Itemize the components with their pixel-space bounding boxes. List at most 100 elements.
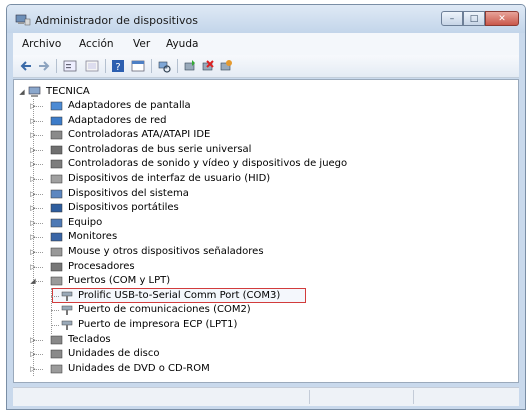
network-adapter-icon [50,116,63,125]
maximize-icon: □ [469,13,479,24]
expand-arrow-icon[interactable]: ▷ [29,114,37,128]
maximize-button[interactable]: □ [463,11,485,26]
expand-arrow-icon[interactable]: ▷ [29,143,37,157]
disk-drive-icon [50,349,63,359]
port-icon [61,320,73,330]
hid-icon [50,174,63,184]
show-hidden-icon[interactable] [85,59,99,73]
tree-category[interactable]: ▷ Unidades de DVD o CD-ROM [30,362,456,376]
tree-category[interactable]: ◢ Puertos (COM y LPT) [30,274,456,288]
collapse-arrow-icon[interactable]: ◢ [29,274,37,288]
expand-arrow-icon[interactable]: ▷ [29,172,37,186]
tree-category[interactable]: ▷ Mouse y otros dispositivos señaladores [30,245,456,259]
view-icon[interactable] [131,59,145,73]
tree-category[interactable]: ▷ Monitores [30,230,456,244]
expand-arrow-icon[interactable]: ▷ [29,245,37,259]
tree-connector [51,295,59,297]
update-driver-icon[interactable] [183,59,197,73]
help-icon[interactable]: ? [111,59,125,73]
tree-category-label: Controladoras de bus serie universal [68,143,252,155]
menu-bar: Archivo Acción Ver Ayuda [13,33,519,56]
ide-controller-icon [50,130,63,140]
expand-arrow-icon[interactable]: ▷ [29,333,37,347]
tree-category[interactable]: ▷ Adaptadores de red [30,114,456,128]
close-button[interactable]: ✕ [485,11,519,26]
computer-icon [28,86,41,97]
device-manager-window: Administrador de dispositivos – □ ✕ Arch… [6,4,526,410]
tree-category[interactable]: ▷ Equipo [30,216,456,230]
dvd-drive-icon [50,364,63,374]
tree-category[interactable]: ▷ Dispositivos del sistema [30,187,456,201]
properties-icon[interactable] [63,59,77,73]
back-icon[interactable] [19,59,33,73]
tree-device-label: Puerto de comunicaciones (COM2) [78,304,251,316]
tree-category-label: Dispositivos del sistema [68,187,189,199]
tree-device[interactable]: Puerto de impresora ECP (LPT1) [51,318,314,332]
menu-archivo[interactable]: Archivo [22,38,61,50]
tree-category-label: Puertos (COM y LPT) [68,275,171,287]
expand-arrow-icon[interactable]: ▷ [29,128,37,142]
tree-category[interactable]: ▷ Dispositivos portátiles [30,201,456,215]
uninstall-icon[interactable] [219,59,233,73]
tree-category-label: Unidades de DVD o CD-ROM [68,362,210,374]
tree-category-label: Dispositivos de interfaz de usuario (HID… [68,173,271,184]
monitor-icon [50,233,63,242]
processor-icon [50,262,63,271]
toolbar: ? [13,55,519,78]
minimize-button[interactable]: – [441,11,463,26]
tree-category-label: Monitores [68,231,118,243]
title-bar[interactable]: Administrador de dispositivos – □ ✕ [7,5,525,33]
expand-arrow-icon[interactable]: ▷ [29,201,37,215]
tree-category-label: Adaptadores de pantalla [68,100,191,111]
toolbar-separator [105,59,106,73]
tree-category[interactable]: ▷ Procesadores [30,260,456,274]
tree-category[interactable]: ▷ Controladoras de bus serie universal [30,143,456,157]
collapse-arrow-icon[interactable]: ◢ [18,85,26,99]
close-icon: ✕ [498,13,506,24]
tree-category-label: Dispositivos portátiles [68,202,179,214]
status-separator [413,390,414,404]
tree-device[interactable]: Prolific USB-to-Serial Comm Port (COM3) [51,287,314,303]
tree-category-label: Teclados [68,333,111,345]
expand-arrow-icon[interactable]: ▷ [29,230,37,244]
expand-arrow-icon[interactable]: ▷ [29,362,37,376]
tree-category-label: Mouse y otros dispositivos señaladores [68,246,264,257]
port-icon [61,306,73,316]
expand-arrow-icon[interactable]: ▷ [29,187,37,201]
disable-device-icon[interactable] [201,59,215,73]
tree-category[interactable]: ▷ Adaptadores de pantalla [30,99,456,113]
tree-category[interactable]: ▷ Controladoras de sonido y vídeo y dispo… [30,157,456,171]
tree-connector [51,325,59,326]
tree-device-label: Puerto de impresora ECP (LPT1) [78,319,238,330]
forward-icon[interactable] [37,59,51,73]
expand-arrow-icon[interactable]: ▷ [29,260,37,274]
tree-category-label: Equipo [68,216,103,228]
portable-device-icon [50,203,63,213]
tree-category[interactable]: ▷ Unidades de disco [30,347,456,361]
toolbar-separator [151,59,152,73]
keyboard-icon [50,335,63,344]
device-tree[interactable]: ◢ TECNICA ▷ Adaptadores de pantalla ▷ Adapt… [13,79,519,383]
menu-accion[interactable]: Acción [79,38,114,50]
tree-category[interactable]: ▷ Teclados [30,333,456,347]
tree-root-label: TECNICA [46,86,90,97]
sound-icon [50,160,63,169]
tree-category[interactable]: ▷ Dispositivos de interfaz de usuario (HI… [30,172,456,186]
port-icon [61,291,73,301]
expand-arrow-icon[interactable]: ▷ [29,216,37,230]
expand-arrow-icon[interactable]: ▷ [29,347,37,361]
device-manager-app-icon [15,14,31,26]
display-adapter-icon [50,101,63,111]
scan-hardware-icon[interactable] [157,59,171,73]
expand-arrow-icon[interactable]: ▷ [29,157,37,171]
tree-category-label: Adaptadores de red [68,114,167,126]
tree-root[interactable]: ◢ TECNICA [18,85,218,99]
menu-ayuda[interactable]: Ayuda [166,38,198,50]
toolbar-separator [56,59,57,73]
menu-ver[interactable]: Ver [133,38,150,50]
expand-arrow-icon[interactable]: ▷ [29,99,37,113]
tree-category[interactable]: ▷ Controladoras ATA/ATAPI IDE [30,128,456,142]
tree-device[interactable]: Puerto de comunicaciones (COM2) [51,303,314,317]
window-title: Administrador de dispositivos [35,14,199,27]
mouse-icon [50,247,63,257]
